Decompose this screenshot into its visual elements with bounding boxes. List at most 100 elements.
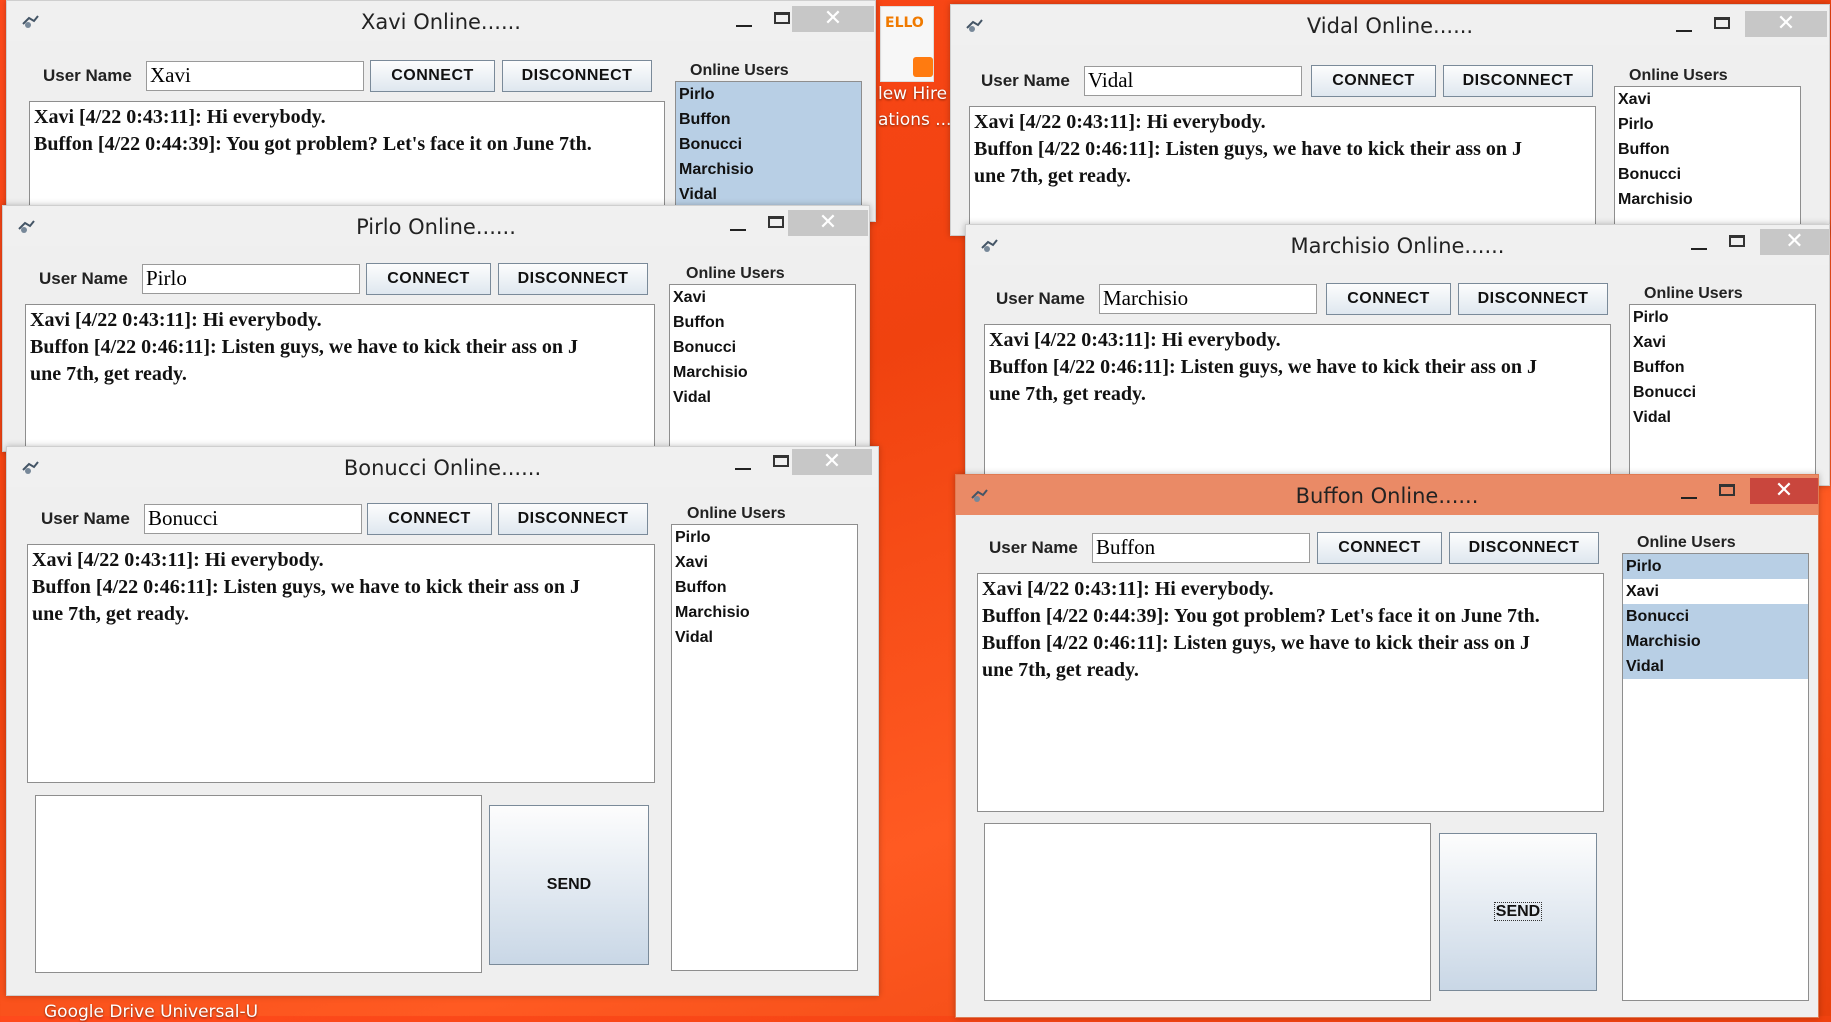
list-item[interactable]: Xavi [672,550,857,575]
online-users-list[interactable]: Xavi Pirlo Buffon Bonucci Marchisio [1614,86,1801,246]
desktop-text-2[interactable]: ations ... [878,110,951,130]
chat-window-pirlo: Pirlo Online...... ✕ User Name Pirlo CON… [2,205,870,452]
taskbar-text[interactable]: Google Drive Universal-U [44,1002,258,1022]
minimize-icon[interactable] [1691,248,1707,250]
window-title: Xavi Online...... [361,10,521,34]
list-item[interactable]: Marchisio [676,157,861,182]
list-item[interactable]: Bonucci [1615,162,1800,187]
chat-history[interactable]: Xavi [4/22 0:43:11]: Hi everybody. Buffo… [977,573,1604,812]
chat-window-bonucci: Bonucci Online...... ✕ User Name Bonucci… [6,446,879,996]
online-users-list[interactable]: Pirlo Xavi Buffon Bonucci Vidal [1629,304,1816,484]
list-item[interactable]: Vidal [1623,654,1808,679]
list-item[interactable]: Marchisio [1615,187,1800,212]
connect-button[interactable]: CONNECT [1311,65,1436,97]
desktop-app-tile[interactable]: ELLO [880,6,934,82]
online-users-list[interactable]: Pirlo Xavi Buffon Marchisio Vidal [671,524,858,971]
connect-button[interactable]: CONNECT [1317,532,1442,564]
chat-message: Buffon [4/22 0:46:11]: Listen guys, we h… [30,336,578,358]
online-users-list[interactable]: Xavi Buffon Bonucci Marchisio Vidal [669,284,856,451]
minimize-icon[interactable] [735,468,751,470]
close-icon[interactable]: ✕ [1745,11,1827,37]
send-button[interactable]: SEND [489,805,649,965]
connect-button[interactable]: CONNECT [366,263,491,295]
user-name-input[interactable]: Vidal [1084,66,1302,96]
list-item[interactable]: Bonucci [670,335,855,360]
user-name-input[interactable]: Bonucci [144,504,362,534]
chat-history[interactable]: Xavi [4/22 0:43:11]: Hi everybody. Buffo… [27,544,655,783]
title-bar[interactable]: Pirlo Online...... ✕ [3,206,869,246]
minimize-icon[interactable] [1676,30,1692,32]
maximize-icon[interactable] [1719,484,1735,496]
online-users-label: Online Users [1644,285,1743,302]
title-bar[interactable]: Marchisio Online...... ✕ [966,225,1829,265]
online-users-list[interactable]: Pirlo Buffon Bonucci Marchisio Vidal [675,81,862,221]
list-item[interactable]: Xavi [1615,87,1800,112]
title-bar[interactable]: Xavi Online...... ✕ [7,1,875,41]
maximize-icon[interactable] [1729,235,1745,247]
list-item[interactable]: Vidal [676,182,861,207]
disconnect-button[interactable]: DISCONNECT [498,263,648,295]
user-name-input[interactable]: Xavi [146,61,364,91]
list-item[interactable]: Xavi [670,285,855,310]
maximize-icon[interactable] [773,455,789,467]
chat-history[interactable]: Xavi [4/22 0:43:11]: Hi everybody. Buffo… [25,304,655,451]
online-users-list[interactable]: Pirlo Xavi Bonucci Marchisio Vidal [1622,553,1809,1001]
list-item[interactable]: Buffon [676,107,861,132]
close-icon[interactable]: ✕ [792,6,874,32]
minimize-icon[interactable] [730,229,746,231]
list-item[interactable]: Marchisio [670,360,855,385]
user-name-input[interactable]: Pirlo [142,264,360,294]
list-item[interactable]: Marchisio [1623,629,1808,654]
maximize-icon[interactable] [1714,17,1730,29]
chat-window-marchisio: Marchisio Online...... ✕ User Name March… [965,224,1830,486]
message-input[interactable] [984,823,1431,1001]
user-name-label: User Name [981,71,1070,90]
chat-message: Buffon [4/22 0:44:39]: You got problem? … [34,133,592,155]
chat-history[interactable]: Xavi [4/22 0:43:11]: Hi everybody. Buffo… [29,101,665,221]
disconnect-button[interactable]: DISCONNECT [498,503,648,535]
message-input[interactable] [35,795,482,973]
title-bar[interactable]: Buffon Online...... ✕ [956,475,1818,515]
maximize-icon[interactable] [774,12,790,24]
list-item[interactable]: Vidal [670,385,855,410]
chat-message: Buffon [4/22 0:46:11]: Listen guys, we h… [982,632,1530,654]
connect-button[interactable]: CONNECT [367,503,492,535]
title-bar[interactable]: Bonucci Online...... ✕ [7,447,878,487]
maximize-icon[interactable] [768,216,784,228]
close-icon[interactable]: ✕ [792,449,872,475]
list-item[interactable]: Xavi [1630,330,1815,355]
disconnect-button[interactable]: DISCONNECT [502,60,652,92]
list-item[interactable]: Bonucci [676,132,861,157]
user-name-input[interactable]: Marchisio [1099,284,1317,314]
disconnect-button[interactable]: DISCONNECT [1449,532,1599,564]
disconnect-button[interactable]: DISCONNECT [1443,65,1593,97]
close-icon[interactable]: ✕ [1760,229,1829,255]
list-item[interactable]: Xavi [1623,579,1808,604]
list-item[interactable]: Pirlo [1630,305,1815,330]
chat-history[interactable]: Xavi [4/22 0:43:11]: Hi everybody. Buffo… [984,324,1611,484]
close-icon[interactable]: ✕ [1750,478,1818,504]
connect-button[interactable]: CONNECT [1326,283,1451,315]
minimize-icon[interactable] [1681,497,1697,499]
list-item[interactable]: Pirlo [1623,554,1808,579]
list-item[interactable]: Buffon [672,575,857,600]
list-item[interactable]: Pirlo [1615,112,1800,137]
list-item[interactable]: Bonucci [1630,380,1815,405]
list-item[interactable]: Vidal [672,625,857,650]
disconnect-button[interactable]: DISCONNECT [1458,283,1608,315]
minimize-icon[interactable] [736,25,752,27]
user-name-input[interactable]: Buffon [1092,533,1310,563]
send-button[interactable]: SEND [1439,833,1597,991]
list-item[interactable]: Marchisio [672,600,857,625]
list-item[interactable]: Bonucci [1623,604,1808,629]
list-item[interactable]: Pirlo [672,525,857,550]
list-item[interactable]: Buffon [1630,355,1815,380]
list-item[interactable]: Buffon [670,310,855,335]
connect-button[interactable]: CONNECT [370,60,495,92]
title-bar[interactable]: Vidal Online...... ✕ [951,5,1829,45]
list-item[interactable]: Pirlo [676,82,861,107]
desktop-text-1[interactable]: lew Hire [878,84,947,104]
list-item[interactable]: Buffon [1615,137,1800,162]
list-item[interactable]: Vidal [1630,405,1815,430]
close-icon[interactable]: ✕ [788,210,868,236]
